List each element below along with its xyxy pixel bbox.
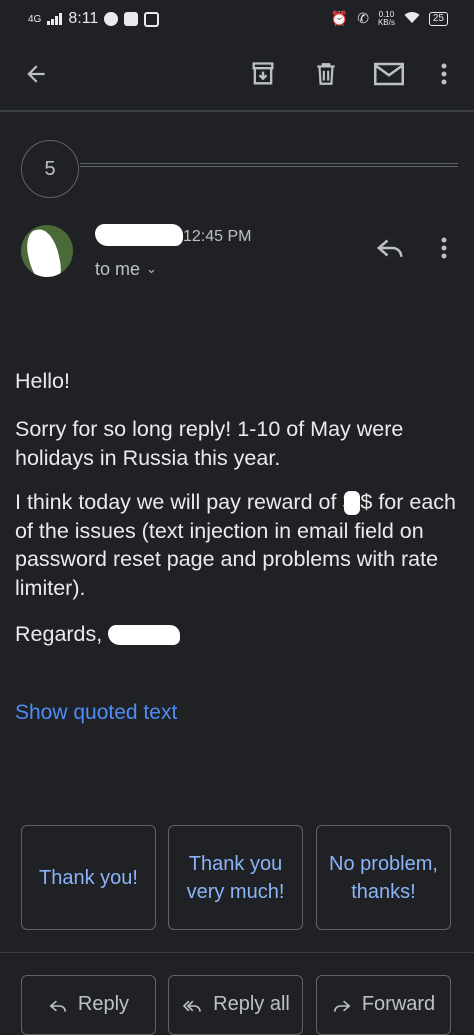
toolbar-divider — [0, 110, 474, 112]
top-toolbar — [0, 44, 474, 104]
message-more-icon[interactable] — [431, 236, 457, 264]
message-time: 12:45 PM — [183, 228, 252, 245]
collapsed-thread-line — [80, 163, 458, 167]
network-type: 4G — [28, 13, 42, 25]
sender-avatar[interactable] — [21, 225, 73, 277]
youtube-icon — [124, 12, 139, 26]
smart-reply-chip[interactable]: Thank you! — [21, 825, 156, 930]
recipient-label: to me — [95, 259, 141, 279]
reply-all-button[interactable]: Reply all — [168, 975, 303, 1035]
reply-button-label: Reply — [77, 993, 130, 1015]
recipient-details[interactable]: to me ⌄ — [95, 259, 157, 280]
show-quoted-text-link[interactable]: Show quoted text — [15, 701, 177, 725]
signature-redaction — [108, 625, 181, 646]
wifi-calling-icon: ✆ — [357, 10, 369, 26]
mail-icon[interactable] — [373, 58, 405, 90]
chevron-down-icon: ⌄ — [146, 261, 157, 276]
message-paragraph-2: I think today we will pay reward of 3 $ f… — [15, 490, 457, 600]
reply-all-button-label: Reply all — [213, 993, 290, 1015]
status-bar: 4G 8:11 ⏰ ✆ 0.10 KB/s 25 — [0, 0, 474, 38]
delete-icon[interactable] — [310, 58, 342, 90]
signal-icon — [47, 13, 63, 25]
back-arrow-icon[interactable] — [20, 58, 52, 90]
more-vert-icon[interactable] — [428, 58, 460, 90]
sender-name-redacted — [95, 224, 183, 246]
network-speed: 0.10 KB/s — [377, 9, 395, 27]
forward-button-label: Forward — [361, 993, 436, 1015]
message-greeting: Hello! — [15, 369, 70, 393]
reply-button[interactable]: Reply — [21, 975, 156, 1035]
smart-reply-chip[interactable]: No problem, thanks! — [316, 825, 451, 930]
alarm-icon: ⏰ — [330, 10, 349, 26]
status-time: 8:11 — [68, 10, 99, 27]
instagram-icon — [144, 11, 160, 27]
collapsed-messages-badge[interactable]: 5 — [21, 140, 79, 198]
message-signoff: Regards, — [15, 620, 465, 649]
archive-icon[interactable] — [247, 58, 279, 90]
message-paragraph-1: Sorry for so long reply! 1-10 of May wer… — [15, 417, 404, 470]
reply-icon[interactable] — [375, 235, 407, 265]
forward-button[interactable]: Forward — [316, 975, 451, 1035]
wifi-icon — [404, 11, 420, 27]
battery-icon: 25 — [428, 11, 448, 26]
actions-divider — [0, 952, 474, 953]
telegram-icon — [104, 12, 119, 26]
smart-reply-chip[interactable]: Thank you very much! — [168, 825, 303, 930]
amount-redaction — [344, 491, 361, 516]
